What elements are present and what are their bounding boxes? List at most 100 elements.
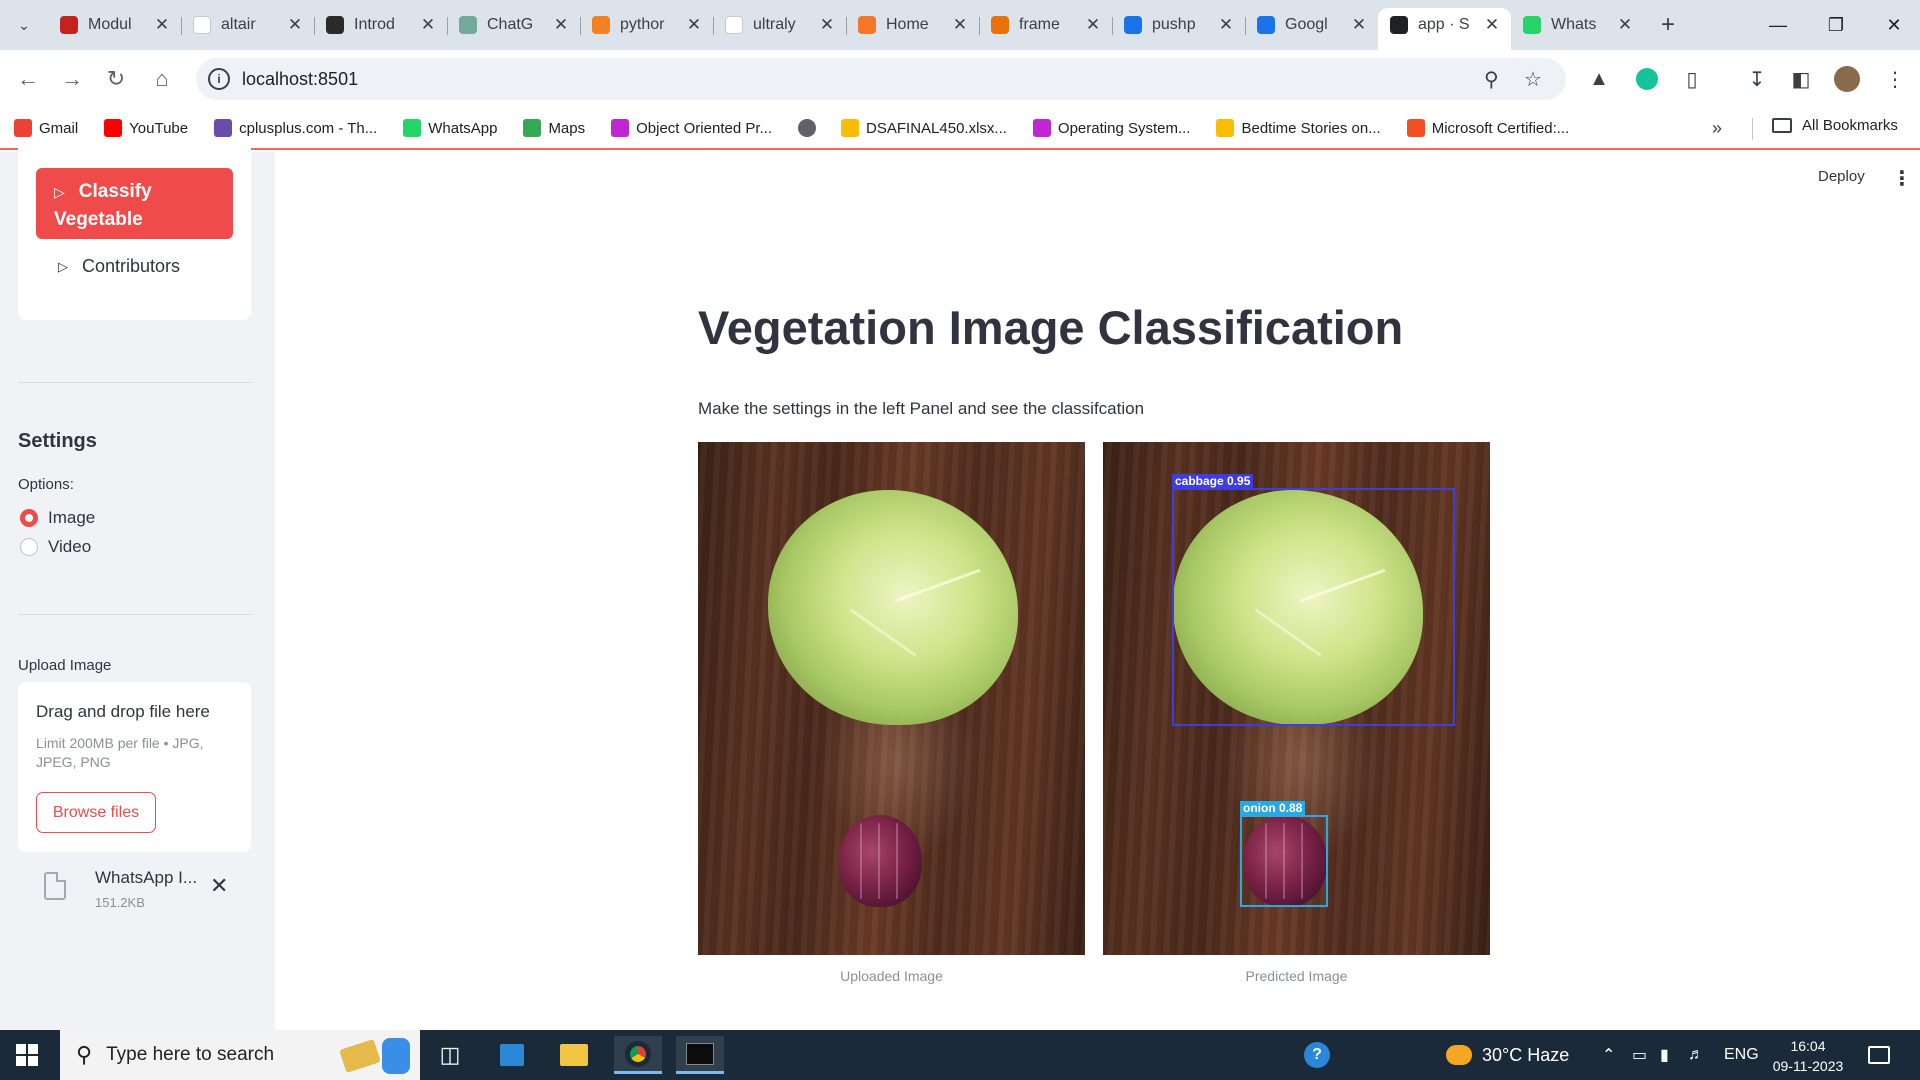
bookmark-item[interactable]: Bedtime Stories on... [1216,119,1381,137]
meet-now-icon[interactable]: ▭ [1632,1030,1647,1080]
close-window-button[interactable]: ✕ [1864,0,1920,50]
contributors-link[interactable]: ▷ Contributors [58,256,180,277]
bookmark-label: Object Oriented Pr... [636,119,773,137]
reload-icon: ↻ [106,66,126,91]
browser-tab[interactable]: pushp ✕ [1112,8,1245,42]
tab-list: Modul ✕ altair ✕ Introd ✕ ChatG ✕ pythor ✕ ultraly… [48,8,1684,50]
notebook-icon [991,16,1009,34]
browser-menu-icon[interactable]: ⋮ [1880,64,1910,94]
close-tab-icon[interactable]: ✕ [1350,15,1368,35]
home-button[interactable]: ⌂ [146,63,178,95]
close-tab-icon[interactable]: ✕ [1217,15,1235,35]
weather-widget[interactable]: 30°C Haze [1446,1030,1569,1080]
extensions-puzzle-icon[interactable]: ▯ [1677,64,1707,94]
bookmark-item[interactable]: YouTube [104,119,188,137]
close-tab-icon[interactable]: ✕ [552,15,570,35]
close-tab-icon[interactable]: ✕ [685,15,703,35]
detection-label-onion: onion 0.88 [1240,801,1306,816]
bookmark-item[interactable] [798,119,823,137]
browser-tab[interactable]: ChatG ✕ [447,8,580,42]
classify-vegetable-button[interactable]: ▷ Classify Vegetable [36,168,233,239]
browser-tab[interactable]: Googl ✕ [1245,8,1378,42]
browser-tab[interactable]: app · S ✕ [1378,8,1511,50]
close-tab-icon[interactable]: ✕ [818,15,836,35]
browser-tab[interactable]: altair ✕ [181,8,314,42]
windows-start-icon[interactable] [16,1044,38,1066]
download-icon[interactable]: ↧ [1742,64,1772,94]
app-menu-icon[interactable]: ⋮ [1892,166,1912,191]
bookmark-item[interactable]: Gmail [14,119,78,137]
address-bar[interactable]: i localhost:8501 ⚲ ☆ [196,58,1566,100]
minimize-button[interactable]: — [1748,0,1808,50]
more-bookmarks-icon[interactable]: » [1712,118,1722,139]
system-clock[interactable]: 16:04 09-11-2023 [1768,1036,1848,1076]
tab-search-button[interactable]: ⌄ [8,9,40,41]
deploy-button[interactable]: Deploy [1818,168,1865,185]
browse-files-button[interactable]: Browse files [36,792,156,833]
side-panel-icon[interactable]: ◧ [1786,64,1816,94]
bookmark-item[interactable]: DSAFINAL450.xlsx... [841,119,1007,137]
bookmark-star-icon[interactable]: ☆ [1524,67,1542,92]
language-indicator[interactable]: ENG [1724,1030,1759,1080]
radio-selected-indicator[interactable] [20,509,38,527]
reload-button[interactable]: ↻ [100,63,132,95]
file-dropzone[interactable]: Drag and drop file here Limit 200MB per … [18,682,251,852]
url-text[interactable]: localhost:8501 [242,69,358,90]
close-tab-icon[interactable]: ✕ [1483,15,1501,35]
chrome-taskbar-icon[interactable] [614,1036,662,1074]
all-bookmarks-button[interactable]: All Bookmarks [1772,117,1898,134]
radio-unselected-indicator[interactable] [20,538,38,556]
microsoft-store-icon[interactable] [488,1036,536,1074]
coding-ninjas-icon [611,119,630,137]
radio-image[interactable]: Image [20,508,95,528]
close-tab-icon[interactable]: ✕ [1084,15,1102,35]
browser-tab[interactable]: Introd ✕ [314,8,447,42]
close-tab-icon[interactable]: ✕ [419,15,437,35]
bookmark-label: Operating System... [1057,119,1191,137]
bookmark-item[interactable]: WhatsApp [403,119,497,137]
remove-file-icon[interactable]: ✕ [210,873,228,899]
bookmark-item[interactable]: Maps [523,119,585,137]
radio-video[interactable]: Video [20,537,91,557]
taskbar-search-placeholder: Type here to search [106,1044,275,1065]
forward-button[interactable]: → [56,63,88,95]
zoom-icon[interactable]: ⚲ [1484,67,1499,92]
volume-icon[interactable]: ♬ [1688,1030,1704,1080]
bookmark-item[interactable]: Operating System... [1032,119,1191,137]
browser-tab[interactable]: frame ✕ [979,8,1112,42]
terminal-taskbar-icon[interactable] [676,1036,724,1074]
browser-tab[interactable]: Modul ✕ [48,8,181,42]
restore-button[interactable]: ❐ [1806,0,1866,50]
bookmark-label: DSAFINAL450.xlsx... [866,119,1007,137]
upload-label: Upload Image [18,657,112,674]
browser-toolbar: ← → ↻ ⌂ i localhost:8501 ⚲ ☆ ▲ ▯ ↧ ◧ ⋮ [0,50,1920,108]
bookmark-label: Microsoft Certified:... [1431,119,1570,137]
profile-avatar[interactable] [1832,64,1862,94]
close-tab-icon[interactable]: ✕ [153,15,171,35]
browser-tab[interactable]: ultraly ✕ [713,8,846,42]
close-tab-icon[interactable]: ✕ [951,15,969,35]
bookmark-item[interactable]: cplusplus.com - Th... [214,119,377,137]
caret-right-icon: ▷ [58,258,68,274]
browser-tab[interactable]: Whats ✕ [1511,8,1644,42]
site-info-icon[interactable]: i [208,68,230,90]
grammarly-icon[interactable] [1632,64,1662,94]
extension-a-icon[interactable]: ▲ [1584,64,1614,94]
battery-icon[interactable]: ▮ [1660,1030,1669,1080]
tab-title: Introd [354,16,395,33]
bookmark-item[interactable]: Object Oriented Pr... [611,119,772,137]
file-name: WhatsApp I... [95,868,198,887]
notifications-icon[interactable] [1868,1030,1890,1080]
show-hidden-icons[interactable]: ⌃ [1602,1030,1615,1080]
close-tab-icon[interactable]: ✕ [286,15,304,35]
browser-tab[interactable]: Home ✕ [846,8,979,42]
help-icon[interactable]: ? [1304,1030,1330,1080]
file-explorer-icon[interactable] [550,1036,598,1074]
bookmark-item[interactable]: Microsoft Certified:... [1406,119,1570,137]
new-tab-button[interactable]: + [1652,9,1684,41]
task-view-icon[interactable]: ◫ [426,1036,474,1074]
close-tab-icon[interactable]: ✕ [1616,15,1634,35]
taskbar-search[interactable]: ⚲ Type here to search [60,1030,420,1080]
browser-tab[interactable]: pythor ✕ [580,8,713,42]
back-button[interactable]: ← [12,63,44,95]
